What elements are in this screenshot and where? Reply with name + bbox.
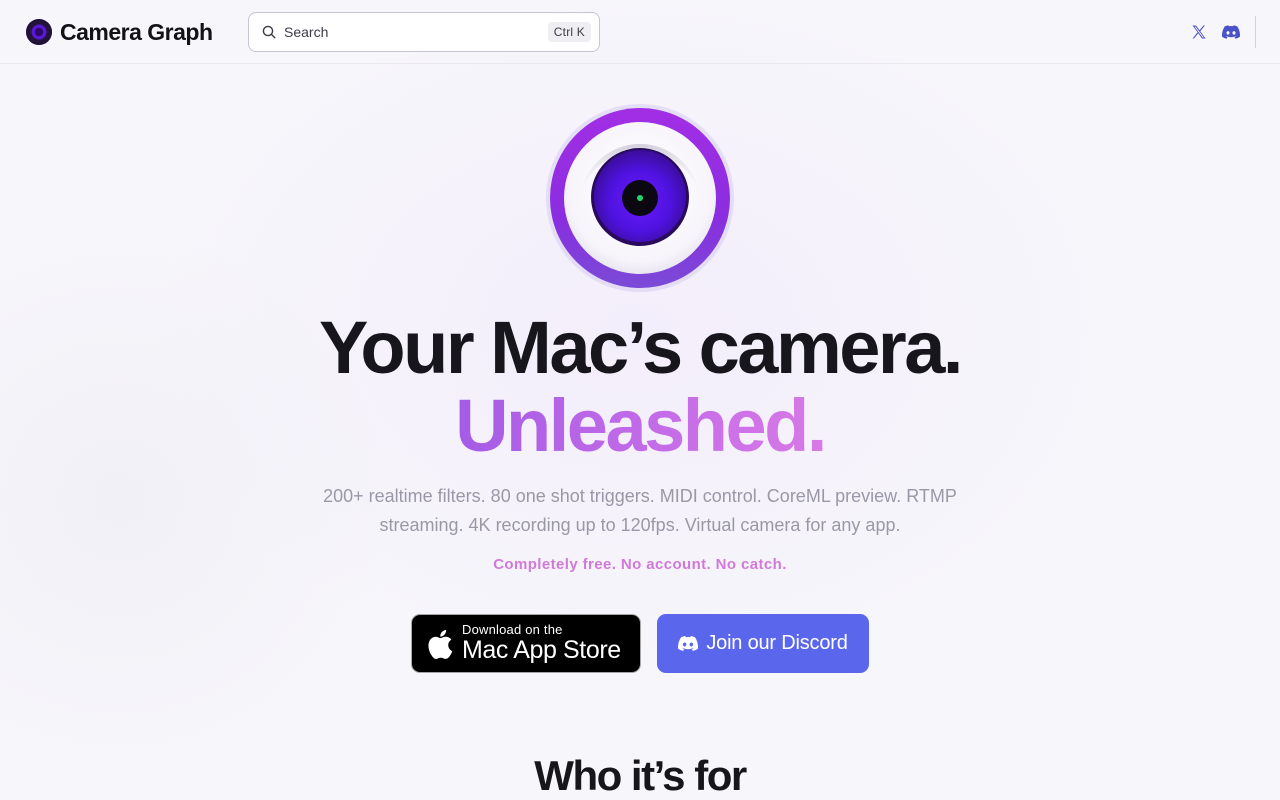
camera-lens-logo-icon: [542, 100, 738, 296]
app-store-small-label: Download on the: [462, 622, 563, 637]
brand-link[interactable]: Camera Graph: [26, 18, 213, 46]
join-discord-label: Join our Discord: [706, 632, 848, 654]
hero-headline-accent: Unleashed.: [0, 388, 1280, 464]
hero-headline: Your Mac’s camera.: [319, 306, 963, 389]
search-shortcut-badge: Ctrl K: [547, 22, 591, 42]
search-placeholder: Search: [284, 24, 329, 40]
apple-icon: [428, 629, 453, 659]
search-input[interactable]: Search Ctrl K: [248, 12, 600, 52]
site-header: Camera Graph Search Ctrl K: [0, 0, 1280, 64]
discord-link[interactable]: [1219, 20, 1243, 44]
join-discord-button[interactable]: Join our Discord: [657, 614, 869, 673]
brand-name: Camera Graph: [60, 18, 213, 45]
who-its-for-heading: Who it’s for: [534, 752, 747, 799]
hero-headline-accent-text: Unleashed.: [455, 384, 827, 467]
header-divider: [1255, 16, 1256, 48]
x-icon: [1192, 25, 1206, 39]
app-store-big-label: Mac App Store: [462, 636, 621, 664]
x-link[interactable]: [1187, 20, 1211, 44]
discord-icon: [1222, 25, 1240, 39]
hero-tagline: Completely free. No account. No catch.: [493, 556, 787, 573]
search-icon: [261, 24, 277, 40]
camera-graph-logo-icon: [26, 19, 52, 45]
hero-subtitle: 200+ realtime filters. 80 one shot trigg…: [323, 486, 957, 535]
discord-icon: [678, 636, 699, 651]
mac-app-store-button[interactable]: Download on the Mac App Store: [411, 614, 641, 673]
